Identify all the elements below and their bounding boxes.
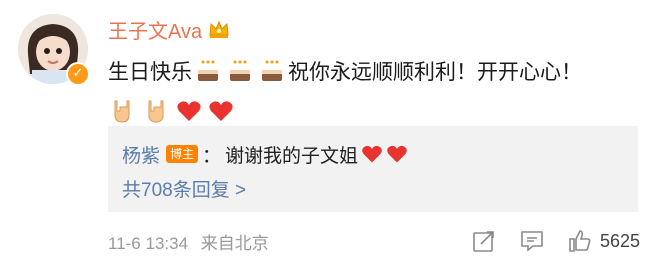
like-count: 5625: [599, 230, 640, 251]
share-icon[interactable]: [472, 229, 496, 253]
comment-text-part1: 生日快乐: [108, 61, 192, 84]
cake-icon: [230, 60, 250, 81]
reply-text: 谢谢我的子文姐: [225, 145, 359, 167]
cake-icon: [262, 60, 282, 81]
comment-text: 生日快乐 祝你永远顺顺利利！开开心心！: [108, 54, 640, 88]
comment-header: 王子文Ava: [108, 14, 640, 44]
comment-footer: 11-6 13:34 来自北京 5625: [108, 226, 640, 256]
thumbs-up-icon[interactable]: [568, 229, 592, 253]
rock-hand-icon: [148, 100, 164, 123]
more-replies-link[interactable]: 共708条回复 >: [122, 178, 246, 204]
comment-username[interactable]: 王子文Ava: [108, 15, 202, 44]
cake-icon: [198, 60, 218, 81]
reply-box: 杨紫 博主 ： 谢谢我的子文姐 共708条回复 >: [108, 126, 638, 212]
blogger-tag: 博主: [166, 145, 199, 163]
rock-hand-icon: [114, 100, 130, 123]
emoji-row: [108, 96, 640, 126]
heart-icon: [387, 145, 407, 163]
comment-source: 来自北京: [200, 233, 269, 253]
comment-meta: 11-6 13:34 来自北京: [108, 229, 269, 254]
verified-badge-icon: ✓: [66, 62, 90, 86]
comment-date: 11-6 13:34: [108, 233, 189, 253]
reply-line: 杨紫 博主 ： 谢谢我的子文姐: [122, 140, 408, 168]
reply-separator: ：: [202, 145, 222, 167]
comment-text-part2: 祝你永远顺顺利利！开开心心！: [288, 61, 582, 84]
reply-username[interactable]: 杨紫: [122, 141, 160, 168]
comment-body: 王子文Ava 生日快乐 祝你永远顺顺利利！开开心心！: [108, 14, 640, 126]
heart-icon: [177, 101, 201, 121]
comment-icon[interactable]: [520, 229, 544, 253]
heart-icon: [362, 145, 382, 163]
heart-icon: [209, 101, 233, 121]
comment-actions: 5625: [472, 229, 640, 253]
crown-icon: [209, 20, 229, 38]
